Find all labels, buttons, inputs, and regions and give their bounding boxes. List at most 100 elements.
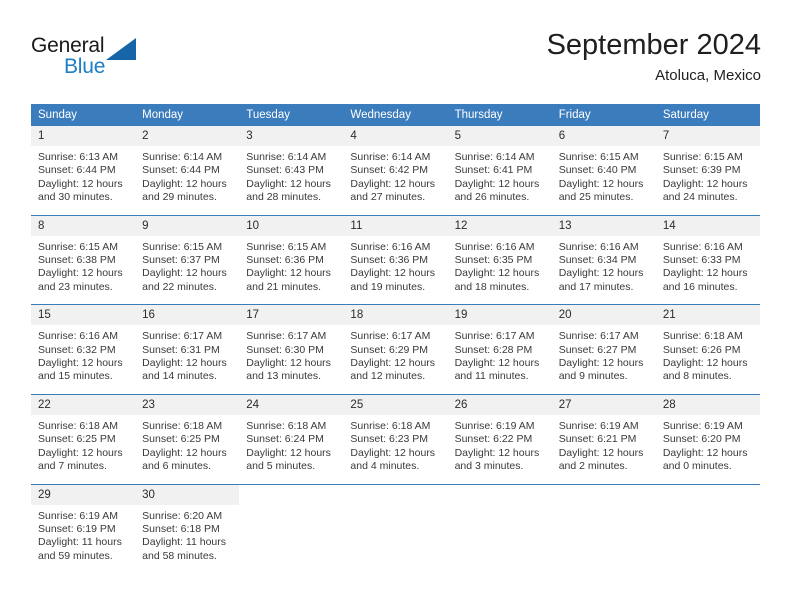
calendar-day-cell[interactable]: 11 Sunrise: 6:16 AM Sunset: 6:36 PM Dayligh… [343,214,448,305]
daylight-text-line1: Daylight: 12 hours [662,177,748,190]
daylight-text-line1: Daylight: 12 hours [662,357,748,370]
brand-name-blue: Blue [64,55,106,78]
calendar-day-cell[interactable]: 23 Sunrise: 6:18 AM Sunset: 6:25 PM Dayligh… [135,393,240,484]
calendar-day-cell[interactable]: 14 Sunrise: 6:16 AM Sunset: 6:33 PM Dayligh… [655,214,760,305]
daylight-text-line1: Daylight: 11 hours [38,536,122,549]
sunset-text: Sunset: 6:32 PM [38,343,116,356]
sunrise-text: Sunrise: 6:14 AM [350,151,431,163]
calendar-day-cell[interactable]: 26 Sunrise: 6:19 AM Sunset: 6:22 PM Dayligh… [447,393,552,484]
calendar-day-cell[interactable]: 13 Sunrise: 6:16 AM Sunset: 6:34 PM Dayligh… [551,214,656,305]
daylight-text-line1: Daylight: 12 hours [454,357,540,370]
sunset-text: Sunset: 6:28 PM [454,343,533,356]
sunrise-text: Sunrise: 6:19 AM [454,419,535,432]
day-number [343,484,448,505]
day-details [656,505,760,567]
daylight-text-line1: Daylight: 12 hours [350,177,436,190]
sunrise-text: Sunrise: 6:18 AM [246,419,327,432]
daylight-text-line2: and 4 minutes. [350,460,420,473]
daylight-text-line2: and 23 minutes. [38,280,113,293]
calendar-day-cell[interactable]: 12 Sunrise: 6:16 AM Sunset: 6:35 PM Dayligh… [447,214,552,305]
calendar-day-cell[interactable]: 21 Sunrise: 6:18 AM Sunset: 6:26 PM Dayligh… [655,304,760,395]
sunrise-text: Sunrise: 6:16 AM [558,240,639,253]
page-header: General Blue September 2024 Atoluca, Mex… [31,28,761,96]
daylight-text-line2: and 14 minutes. [142,370,217,383]
calendar-day-cell[interactable]: 28 Sunrise: 6:19 AM Sunset: 6:20 PM Dayligh… [655,393,760,484]
day-number: 7 [655,126,760,146]
calendar-day-cell[interactable]: 4 Sunrise: 6:14 AM Sunset: 6:42 PM Daylight… [343,126,448,215]
day-details: Sunrise: 6:17 AM Sunset: 6:31 PM Daylight:… [135,325,239,394]
day-details: Sunrise: 6:19 AM Sunset: 6:22 PM Daylight:… [448,415,552,484]
sunrise-text: Sunrise: 6:14 AM [142,151,223,163]
daylight-text-line1: Daylight: 12 hours [38,177,123,190]
daylight-text-line1: Daylight: 12 hours [350,446,436,459]
calendar-body: 1 Sunrise: 6:13 AM Sunset: 6:44 PM Daylight… [31,126,760,574]
calendar-day-cell[interactable]: 3 Sunrise: 6:14 AM Sunset: 6:43 PM Daylight… [239,126,344,215]
daylight-text-line2: and 2 minutes. [558,460,628,473]
daylight-text-line2: and 28 minutes. [246,191,321,204]
calendar-day-cell[interactable]: 27 Sunrise: 6:19 AM Sunset: 6:21 PM Dayligh… [551,393,656,484]
calendar-day-cell[interactable]: 25 Sunrise: 6:18 AM Sunset: 6:23 PM Dayligh… [343,393,448,484]
calendar-header-row: Sunday Monday Tuesday Wednesday Thursday… [31,104,760,126]
day-details: Sunrise: 6:17 AM Sunset: 6:27 PM Daylight:… [552,325,656,394]
daylight-text-line2: and 58 minutes. [142,549,217,562]
calendar-day-cell[interactable]: 10 Sunrise: 6:15 AM Sunset: 6:36 PM Dayligh… [239,214,344,305]
sunset-text: Sunset: 6:37 PM [142,254,220,267]
sunrise-text: Sunrise: 6:17 AM [142,330,223,343]
sunrise-text: Sunrise: 6:16 AM [454,240,535,253]
sunset-text: Sunset: 6:23 PM [350,433,429,446]
calendar-day-cell[interactable]: 6 Sunrise: 6:15 AM Sunset: 6:40 PM Daylight… [551,126,656,215]
calendar-day-cell[interactable]: 9 Sunrise: 6:15 AM Sunset: 6:37 PM Daylight… [135,214,240,305]
sunset-text: Sunset: 6:34 PM [558,254,637,267]
sunrise-text: Sunrise: 6:13 AM [38,151,118,163]
day-number [239,484,344,505]
sunset-text: Sunset: 6:26 PM [662,343,741,356]
daylight-text-line2: and 29 minutes. [142,191,217,204]
calendar-day-cell[interactable]: 7 Sunrise: 6:15 AM Sunset: 6:39 PM Daylight… [655,126,760,215]
calendar-day-cell[interactable]: 19 Sunrise: 6:17 AM Sunset: 6:28 PM Dayligh… [447,304,552,395]
daylight-text-line2: and 22 minutes. [142,280,217,293]
sunset-text: Sunset: 6:27 PM [558,343,637,356]
calendar-day-cell[interactable]: 29 Sunrise: 6:19 AM Sunset: 6:19 PM Dayligh… [31,483,136,574]
day-number [551,484,656,505]
calendar-day-cell[interactable]: 17 Sunrise: 6:17 AM Sunset: 6:30 PM Dayligh… [239,304,344,395]
day-number: 8 [31,215,136,236]
daylight-text-line1: Daylight: 12 hours [350,267,436,280]
calendar-day-cell[interactable]: 8 Sunrise: 6:15 AM Sunset: 6:38 PM Daylight… [31,214,136,305]
day-number: 4 [343,126,448,146]
daylight-text-line1: Daylight: 12 hours [454,267,540,280]
calendar-cell-empty [655,483,760,574]
day-details: Sunrise: 6:14 AM Sunset: 6:44 PM Daylight:… [135,146,239,215]
day-number: 6 [551,126,656,146]
calendar-day-cell[interactable]: 5 Sunrise: 6:14 AM Sunset: 6:41 PM Daylight… [447,126,552,215]
day-details: Sunrise: 6:18 AM Sunset: 6:23 PM Daylight:… [343,415,447,484]
sunrise-text: Sunrise: 6:18 AM [350,419,431,432]
calendar-week-row: 8 Sunrise: 6:15 AM Sunset: 6:38 PM Daylight… [31,214,760,305]
calendar-day-cell[interactable]: 15 Sunrise: 6:16 AM Sunset: 6:32 PM Dayligh… [31,304,136,395]
day-number: 18 [343,305,448,326]
calendar-day-cell[interactable]: 20 Sunrise: 6:17 AM Sunset: 6:27 PM Dayligh… [551,304,656,395]
daylight-text-line2: and 15 minutes. [38,370,113,383]
daylight-text-line2: and 5 minutes. [246,460,316,473]
sunrise-text: Sunrise: 6:17 AM [246,330,327,343]
day-number: 30 [135,484,240,505]
calendar-day-cell[interactable]: 2 Sunrise: 6:14 AM Sunset: 6:44 PM Daylight… [135,126,240,215]
sunset-text: Sunset: 6:25 PM [38,433,116,446]
day-details [343,505,447,567]
daylight-text-line2: and 27 minutes. [350,191,426,204]
brand-logo[interactable]: General Blue [31,34,231,90]
sunset-text: Sunset: 6:24 PM [246,433,324,446]
calendar-day-cell[interactable]: 1 Sunrise: 6:13 AM Sunset: 6:44 PM Daylight… [31,126,136,215]
daylight-text-line2: and 30 minutes. [38,191,113,204]
day-number: 11 [343,215,448,236]
calendar-day-cell[interactable]: 22 Sunrise: 6:18 AM Sunset: 6:25 PM Dayligh… [31,393,136,484]
daylight-text-line1: Daylight: 12 hours [246,267,331,280]
daylight-text-line2: and 16 minutes. [662,280,738,293]
calendar-day-cell[interactable]: 24 Sunrise: 6:18 AM Sunset: 6:24 PM Dayligh… [239,393,344,484]
calendar-day-cell[interactable]: 30 Sunrise: 6:20 AM Sunset: 6:18 PM Dayligh… [135,483,240,574]
calendar-day-cell[interactable]: 16 Sunrise: 6:17 AM Sunset: 6:31 PM Dayligh… [135,304,240,395]
daylight-text-line1: Daylight: 12 hours [246,446,331,459]
day-number: 5 [447,126,552,146]
calendar-day-cell[interactable]: 18 Sunrise: 6:17 AM Sunset: 6:29 PM Dayligh… [343,304,448,395]
daylight-text-line2: and 8 minutes. [662,370,732,383]
sunrise-text: Sunrise: 6:19 AM [558,419,639,432]
